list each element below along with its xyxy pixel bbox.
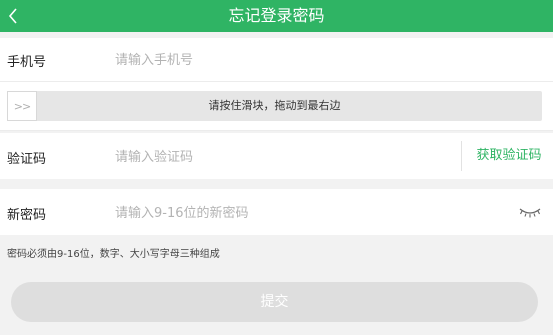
new-password-row: 新密码 <box>0 189 553 235</box>
slider-handle[interactable]: >> <box>7 91 37 121</box>
get-code-button[interactable]: 获取验证码 <box>469 141 549 171</box>
double-chevron-right-icon: >> <box>13 99 31 113</box>
phone-input[interactable] <box>115 50 515 70</box>
slider-track: 请按住滑块，拖动到最右边 >> <box>7 91 542 121</box>
header-bar: 忘记登录密码 <box>0 0 553 32</box>
phone-row: 手机号 <box>0 38 553 82</box>
divider <box>461 141 462 171</box>
new-password-input[interactable] <box>115 203 495 223</box>
password-rule-hint: 密码必须由9-16位，数字、大小写字母三种组成 <box>7 249 220 260</box>
verify-code-input[interactable] <box>115 147 445 167</box>
slider-hint-text: 请按住滑块，拖动到最右边 <box>208 99 341 112</box>
slider-verify-row: 请按住滑块，拖动到最右边 >> <box>0 82 553 131</box>
eye-closed-icon <box>519 208 541 218</box>
password-visibility-toggle[interactable] <box>516 202 544 222</box>
verify-code-label: 验证码 <box>7 152 47 167</box>
phone-label: 手机号 <box>7 55 47 70</box>
verify-code-row: 验证码 获取验证码 <box>0 133 553 179</box>
new-password-label: 新密码 <box>7 208 47 223</box>
page-title: 忘记登录密码 <box>228 6 325 25</box>
submit-button[interactable]: 提交 <box>11 282 538 322</box>
